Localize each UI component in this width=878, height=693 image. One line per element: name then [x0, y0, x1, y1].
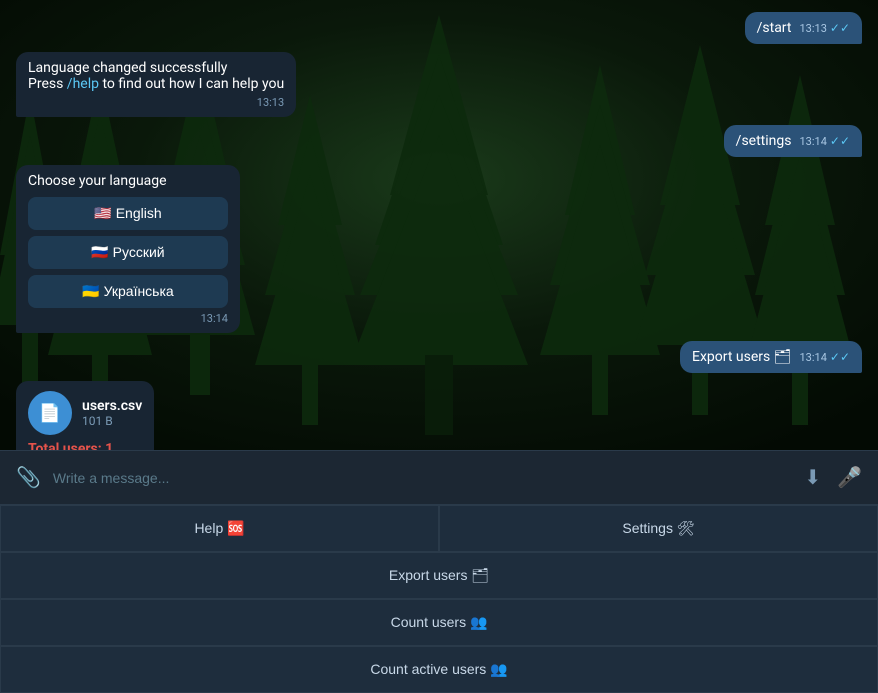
bubble-settings: /settings 13:14 ✓✓	[724, 125, 862, 157]
bottom-buttons: Help 🆘 Settings 🛠 Export users 🗂 Count u…	[0, 504, 878, 693]
start-text: /start	[757, 20, 792, 36]
input-area: 📎 ⬇ 🎤	[0, 450, 878, 504]
choose-lang-text: Choose your language	[28, 173, 228, 189]
btn-row-3: Count users 👥	[0, 599, 878, 646]
lang-changed-line1: Language changed successfully	[28, 60, 284, 76]
read-check: ✓✓	[830, 21, 850, 35]
filename: users.csv	[82, 398, 142, 414]
file-info: users.csv 101 B	[82, 398, 142, 428]
lang-btn-english[interactable]: 🇺🇸 English	[28, 197, 228, 230]
btn-row-4: Count active users 👥	[0, 646, 878, 693]
export-text: Export users 🗂	[692, 349, 791, 365]
bubble-lang-changed: Language changed successfully Press /hel…	[16, 52, 296, 117]
count-active-users-button[interactable]: Count active users 👥	[0, 646, 878, 693]
bubble-export: Export users 🗂 13:14 ✓✓	[680, 341, 862, 373]
message-file: 📄 users.csv 101 B Total users: 1 13:14 ↩	[16, 381, 862, 450]
settings-text: /settings	[736, 133, 792, 149]
attach-button[interactable]: 📎	[12, 461, 45, 494]
lang-btn-russian[interactable]: 🇷🇺 Русский	[28, 236, 228, 269]
file-content: 📄 users.csv 101 B	[28, 391, 142, 435]
language-buttons: 🇺🇸 English 🇷🇺 Русский 🇺🇦 Українська	[28, 197, 228, 308]
btn-row-2: Export users 🗂	[0, 552, 878, 599]
help-link[interactable]: /help	[67, 76, 99, 92]
settings-time: 13:14	[799, 135, 826, 148]
messages-container: /start 13:13 ✓✓ Language changed success…	[0, 0, 878, 450]
message-choose-lang: Choose your language 🇺🇸 English 🇷🇺 Русск…	[16, 165, 862, 333]
chat-area: /start 13:13 ✓✓ Language changed success…	[0, 0, 878, 450]
settings-button[interactable]: Settings 🛠	[439, 505, 878, 552]
message-start: /start 13:13 ✓✓	[16, 12, 862, 44]
start-time: 13:13	[799, 22, 826, 35]
export-read-check: ✓✓	[830, 350, 850, 364]
lang-btn-ukrainian[interactable]: 🇺🇦 Українська	[28, 275, 228, 308]
bubble-choose-lang: Choose your language 🇺🇸 English 🇷🇺 Русск…	[16, 165, 240, 333]
bubble-start: /start 13:13 ✓✓	[745, 12, 862, 44]
message-settings: /settings 13:14 ✓✓	[16, 125, 862, 157]
total-users-value: 1	[105, 441, 113, 450]
message-input[interactable]	[53, 470, 792, 486]
lang-changed-time: 13:13	[257, 96, 284, 109]
file-icon: 📄	[28, 391, 72, 435]
btn-row-1: Help 🆘 Settings 🛠	[0, 505, 878, 552]
emoji-button[interactable]: ⬇	[800, 461, 825, 494]
voice-button[interactable]: 🎤	[833, 461, 866, 494]
filesize: 101 B	[82, 414, 142, 428]
count-users-button[interactable]: Count users 👥	[0, 599, 878, 646]
settings-read-check: ✓✓	[830, 134, 850, 148]
total-users-label: Total users:	[28, 441, 102, 450]
choose-lang-time: 13:14	[201, 312, 228, 325]
export-users-button[interactable]: Export users 🗂	[0, 552, 878, 599]
help-button[interactable]: Help 🆘	[0, 505, 439, 552]
file-bubble: 📄 users.csv 101 B Total users: 1 13:14 ↩	[16, 381, 154, 450]
lang-changed-line2: Press /help to find out how I can help y…	[28, 76, 284, 92]
message-lang-changed: Language changed successfully Press /hel…	[16, 52, 862, 117]
total-users: Total users: 1	[28, 441, 142, 450]
export-time: 13:14	[799, 351, 826, 364]
message-export: Export users 🗂 13:14 ✓✓	[16, 341, 862, 373]
